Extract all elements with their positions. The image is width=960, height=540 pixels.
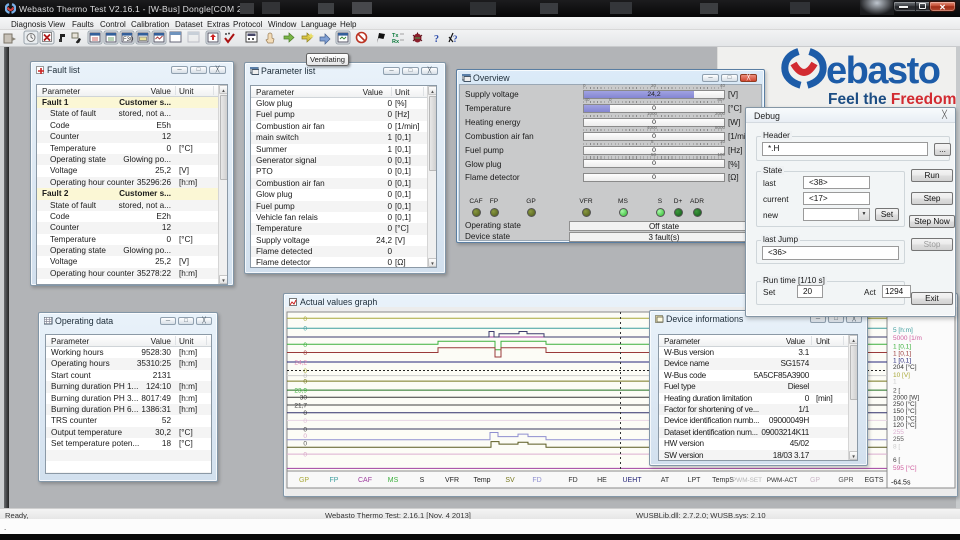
svg-text:0: 0: [303, 379, 307, 386]
svg-text:TempS: TempS: [712, 477, 734, 484]
svg-text:VFR: VFR: [445, 477, 459, 484]
svg-text:GPR: GPR: [838, 477, 853, 484]
svg-text:8 [: 8 [: [893, 444, 900, 451]
svg-text:204 [°C]: 204 [°C]: [893, 363, 917, 371]
svg-text:5 [h:m]: 5 [h:m]: [893, 327, 913, 334]
svg-text:?: ?: [453, 34, 458, 44]
svg-text:Feel the Freedom: Feel the Freedom: [828, 91, 956, 108]
svg-text:PWM-ACT: PWM-ACT: [767, 477, 798, 484]
svg-text:21,7: 21,7: [294, 403, 307, 410]
svg-text:6 [: 6 [: [893, 457, 900, 464]
svg-text:EGTS: EGTS: [864, 477, 883, 484]
svg-text:Rx: Rx: [392, 39, 400, 45]
svg-text:1: 1: [893, 379, 897, 386]
svg-text:FD: FD: [568, 477, 577, 484]
svg-text:30: 30: [300, 395, 308, 402]
svg-text:SV: SV: [505, 477, 515, 484]
svg-text:F30: F30: [123, 37, 134, 43]
svg-text:S: S: [420, 477, 425, 484]
svg-text:FP: FP: [330, 477, 339, 484]
svg-text:AT: AT: [661, 477, 670, 484]
svg-text:100 [°C]: 100 [°C]: [893, 414, 917, 422]
svg-text:23,9: 23,9: [294, 388, 307, 395]
svg-text:5000 [1/m: 5000 [1/m: [893, 335, 922, 342]
svg-text:?: ?: [434, 34, 439, 45]
svg-text:120 [°C]: 120 [°C]: [893, 421, 917, 429]
svg-text:24,2: 24,2: [294, 360, 307, 367]
svg-text:0: 0: [303, 342, 307, 349]
svg-text:0: 0: [303, 433, 307, 440]
svg-text:ebasto: ebasto: [826, 50, 941, 92]
svg-text:1 [0,1]: 1 [0,1]: [893, 351, 911, 358]
svg-text:2 [: 2 [: [893, 387, 900, 394]
svg-text:-64.5s: -64.5s: [891, 479, 911, 486]
svg-text:0: 0: [303, 440, 307, 447]
svg-text:GP: GP: [299, 477, 309, 484]
svg-text:150 [°C]: 150 [°C]: [893, 407, 917, 415]
svg-text:0: 0: [303, 326, 307, 333]
svg-text:0: 0: [303, 350, 307, 357]
svg-text:595 [°C]: 595 [°C]: [893, 464, 917, 472]
svg-text:UEHT: UEHT: [622, 477, 642, 484]
svg-text:FD: FD: [532, 477, 541, 484]
svg-text:1 [0,1]: 1 [0,1]: [893, 344, 911, 351]
svg-text:0: 0: [303, 410, 307, 417]
svg-text:250 [°C]: 250 [°C]: [893, 400, 917, 408]
svg-text:HE: HE: [597, 477, 607, 484]
svg-text:0: 0: [303, 418, 307, 425]
svg-text:0: 0: [303, 316, 307, 323]
svg-text:MS: MS: [388, 477, 399, 484]
svg-text:Temp: Temp: [473, 477, 490, 484]
svg-text:PWM-SET: PWM-SET: [732, 477, 762, 484]
svg-text:LPT: LPT: [688, 477, 702, 484]
svg-text:CAF: CAF: [358, 477, 372, 484]
svg-text:0: 0: [303, 452, 307, 459]
svg-text:GP: GP: [810, 477, 820, 484]
svg-text:255: 255: [893, 436, 904, 443]
